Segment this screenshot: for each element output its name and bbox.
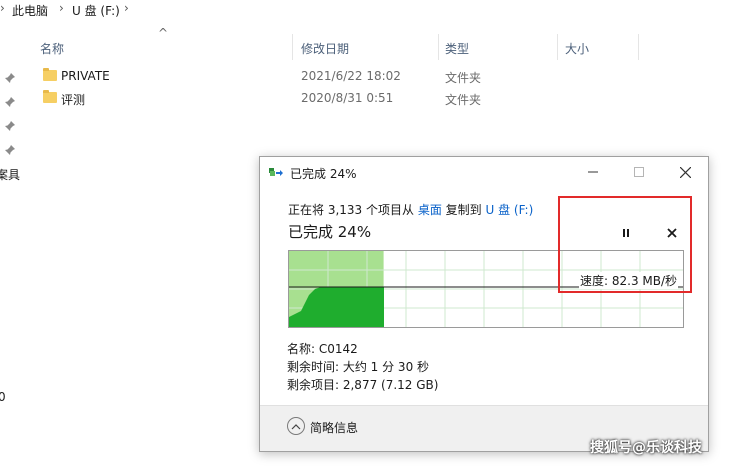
maximize-button[interactable] [616,157,662,187]
column-divider[interactable] [438,34,439,60]
breadcrumb-this-pc[interactable]: 此电脑 [12,2,48,19]
file-row[interactable]: PRIVATE 2021/6/22 18:02 文件夹 [0,68,729,88]
maximize-icon [634,167,644,177]
chevron-right-icon: › [59,1,64,15]
progress-heading: 已完成 24% [288,223,372,241]
item-name: 名称: C0142 [287,342,358,356]
pin-icon[interactable] [4,120,16,132]
close-button[interactable] [662,157,708,187]
fewer-details-label[interactable]: 简略信息 [310,419,358,436]
minimize-icon [588,171,598,173]
chevron-right-icon[interactable]: › [124,1,129,15]
copy-status-line: 正在将 3,133 个项目从 桌面 复制到 U 盘 (F:) [288,201,533,218]
sort-ascending-icon: ^ [158,26,169,40]
column-header-name[interactable]: 名称 [40,40,64,57]
destination-link[interactable]: U 盘 (F:) [485,203,533,217]
folder-icon [43,90,57,103]
status-middle: 复制到 [441,203,486,217]
nav-item-cut[interactable]: 案具 [0,166,20,183]
dialog-title: 已完成 24% [290,167,357,181]
time-remaining: 剩余时间: 大约 1 分 30 秒 [287,360,430,374]
column-header-type[interactable]: 类型 [445,40,469,57]
column-divider[interactable] [638,34,639,60]
column-header-modified[interactable]: 修改日期 [301,40,349,57]
copy-files-icon [269,166,283,178]
close-icon [679,166,691,178]
file-row[interactable]: 评测 2020/8/31 0:51 文件夹 [0,90,729,110]
file-name: PRIVATE [61,69,110,83]
watermark: 搜狐号@乐谈科技 [590,440,702,456]
file-modified-date: 2021/6/22 18:02 [301,69,401,83]
annotation-highlight-box [558,196,692,293]
status-prefix: 正在将 3,133 个项目从 [288,203,418,217]
pin-icon[interactable] [4,144,16,156]
breadcrumb-usb-drive[interactable]: U 盘 (F:) [72,2,120,19]
column-header-size[interactable]: 大小 [565,40,589,57]
source-link[interactable]: 桌面 [418,203,442,217]
file-type: 文件夹 [445,71,482,85]
collapse-details-button[interactable] [287,417,305,435]
items-remaining: 剩余项目: 2,877 (7.12 GB) [287,378,439,392]
minimize-button[interactable] [570,157,616,187]
file-type: 文件夹 [445,93,482,107]
chevron-left-icon: › [0,1,5,15]
folder-icon [43,68,57,81]
file-name: 评测 [61,93,86,107]
file-modified-date: 2020/8/31 0:51 [301,91,394,105]
column-divider[interactable] [292,34,293,60]
column-divider[interactable] [557,34,558,60]
nav-item-cut[interactable]: 0 [0,390,6,404]
dialog-titlebar[interactable]: 已完成 24% [260,157,708,187]
chevron-up-icon [291,423,301,429]
